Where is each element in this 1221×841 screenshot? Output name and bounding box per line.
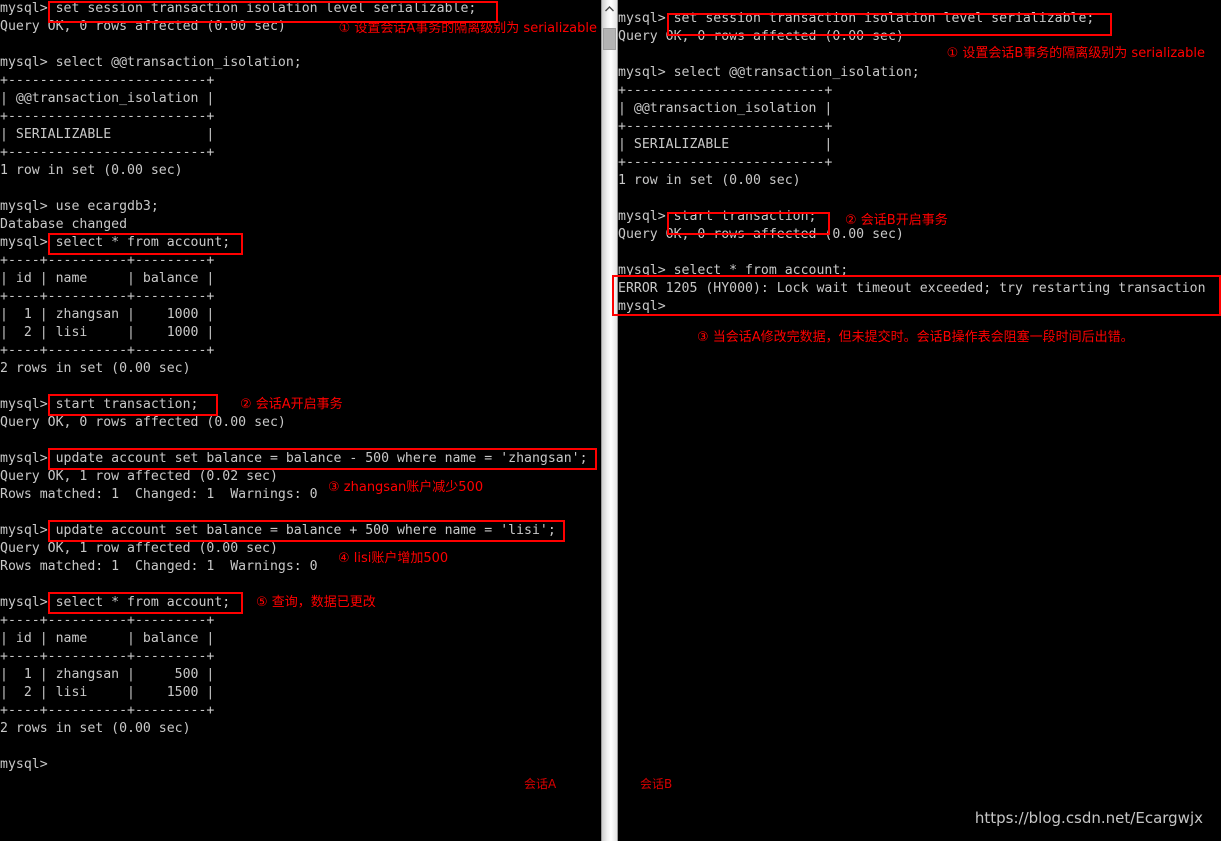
annotation-b1: ① 设置会话B事务的隔离级别为 serializable [946,46,1205,61]
scroll-thumb[interactable] [603,28,616,50]
annotation-a5: ⑤ 查询，数据已更改 [256,595,376,610]
terminal-pane-session-b[interactable]: mysql> set session transaction isolation… [618,0,1221,841]
screenshot-root: mysql> set session transaction isolation… [0,0,1221,841]
annotation-b2: ② 会话B开启事务 [845,213,948,228]
terminal-pane-session-a[interactable]: mysql> set session transaction isolation… [0,0,601,841]
annotation-a4: ④ lisi账户增加500 [338,551,449,566]
annotation-b3: ③ 当会话A修改完数据，但未提交时。会话B操作表会阻塞一段时间后出错。 [697,330,1134,345]
annotation-a2: ② 会话A开启事务 [240,397,343,412]
terminal-output-session-a: mysql> set session transaction isolation… [0,1,588,772]
annotation-a1: ① 设置会话A事务的隔离级别为 serializable [338,21,597,36]
watermark-url: https://blog.csdn.net/Ecargwjx [974,809,1203,827]
session-label-b: 会话B [640,777,673,791]
vertical-scrollbar[interactable] [601,0,618,841]
annotation-a3: ③ zhangsan账户减少500 [328,480,484,495]
session-label-a: 会话A [524,777,557,791]
scroll-up-arrow-icon[interactable] [602,0,617,17]
